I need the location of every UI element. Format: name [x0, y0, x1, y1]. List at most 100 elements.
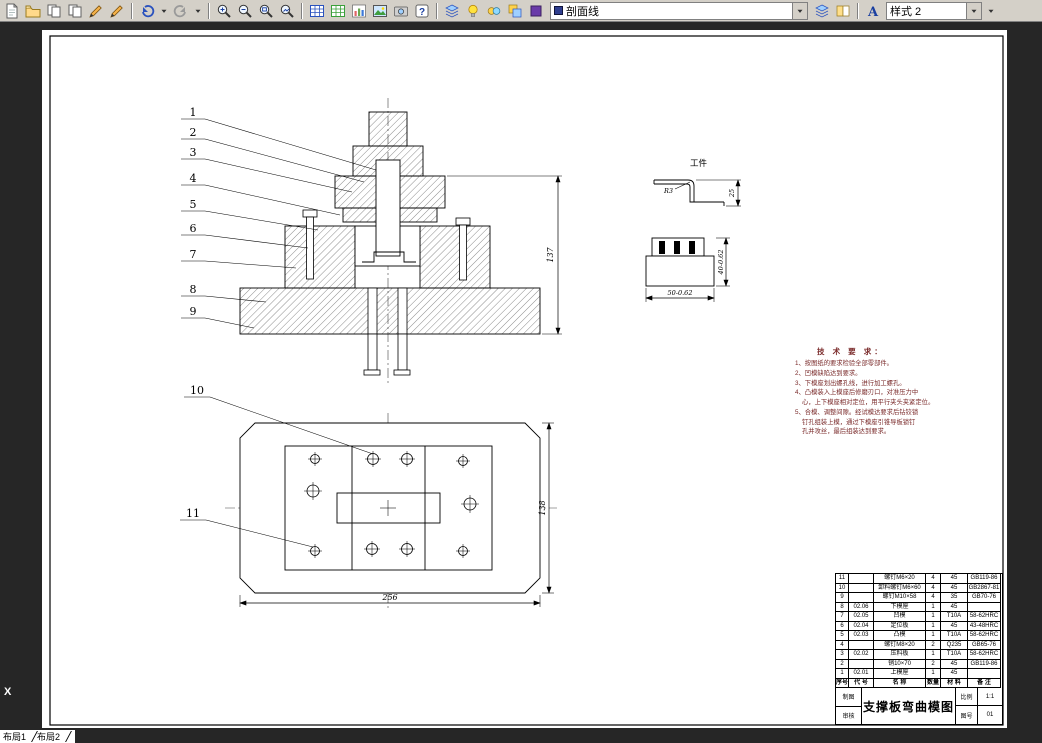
techreq-title: 技 术 要 求： — [817, 347, 885, 356]
techreq-line: 2、凹模缺陷达到要求。 — [795, 369, 862, 377]
balloon-9: 9 — [190, 305, 197, 318]
chart-icon[interactable] — [349, 2, 369, 20]
redo-caret-icon[interactable] — [192, 2, 204, 20]
bom-cell: 02.03 — [849, 631, 874, 641]
workspace: 137 1 2 3 4 5 6 7 8 9 工件 R3 25 50-0.62 4… — [0, 22, 1042, 730]
bom-cell: 1 — [926, 602, 941, 612]
undo-icon[interactable] — [137, 2, 157, 20]
bom-cell: 45 — [941, 659, 968, 669]
new-icon[interactable] — [2, 2, 22, 20]
overflow-down-icon[interactable] — [985, 2, 997, 20]
bom-cell — [849, 583, 874, 593]
font-style-icon[interactable] — [863, 2, 883, 20]
tab-separator — [25, 731, 38, 742]
techreq-line: 3、下模座划出螺孔线，进行加工螺孔。 — [795, 379, 906, 387]
radius-label: R3 — [663, 187, 673, 195]
bom-table: 11 螺钉M6×20 4 45 GB119-86 10 卸料螺钉M6×60 4 45 GB2867… — [836, 574, 1002, 688]
bom-cell: T10A — [941, 612, 968, 622]
layer-manager-icon[interactable] — [812, 2, 832, 20]
zoom-extents-icon[interactable] — [277, 2, 297, 20]
bom-cell: T10A — [941, 650, 968, 660]
zoom-window-icon[interactable] — [256, 2, 276, 20]
bom-cell: 4 — [926, 574, 941, 584]
techreq-line: 5、合模、调整间隙。经试模达要求后钻铰锁 — [795, 408, 919, 416]
paste-icon[interactable] — [65, 2, 85, 20]
hatch-style-value: 剖面线 — [566, 5, 599, 18]
bom-cell: 3 — [836, 650, 849, 660]
balloon-4: 4 — [190, 172, 197, 185]
zoom-out-icon[interactable] — [235, 2, 255, 20]
checker-label: 审核 — [836, 706, 862, 724]
zoom-in-icon[interactable] — [214, 2, 234, 20]
bom-cell: 2 — [926, 640, 941, 650]
title-area: 制图 审核 支撑板弯曲模图 比例 1:1 图号 01 — [836, 688, 1002, 724]
text-style-select[interactable]: 样式 2 — [886, 1, 982, 20]
tab-layout1[interactable]: 布局1 — [3, 730, 26, 743]
bom-cell: GB2867-81 — [968, 583, 1001, 593]
toolbar-separator — [208, 2, 210, 19]
bom-cell: 58-62HRC — [968, 612, 1001, 622]
bom-cell — [849, 574, 874, 584]
bom-cell: Q235 — [941, 640, 968, 650]
bom-cell: 35 — [941, 593, 968, 603]
bom-cell: 1 — [926, 612, 941, 622]
bom-cell: 9 — [836, 593, 849, 603]
chevron-down-icon[interactable] — [792, 2, 807, 19]
bom-cell: 1 — [926, 650, 941, 660]
undo-caret-icon[interactable] — [158, 2, 170, 20]
chevron-down-icon[interactable] — [966, 2, 981, 19]
techreq-line: 孔并攻丝，最后组装达到要求。 — [802, 428, 891, 436]
bom-cell — [968, 602, 1001, 612]
help-icon[interactable] — [412, 2, 432, 20]
bom-cell: 1 — [926, 669, 941, 679]
copy-icon[interactable] — [44, 2, 64, 20]
balloon-6: 6 — [190, 222, 197, 235]
bom-cell: 2 — [926, 659, 941, 669]
status-tab-bar: 布局1 布局2 — [0, 730, 1042, 743]
bulb-icon[interactable] — [463, 2, 483, 20]
clone-icon[interactable] — [505, 2, 525, 20]
image-icon[interactable] — [370, 2, 390, 20]
bom-cell: GB119-86 — [968, 574, 1001, 584]
dim-plan-width: 256 — [381, 593, 397, 602]
hatch-style-select[interactable]: 剖面线 — [550, 1, 808, 20]
bom-cell: 5 — [836, 631, 849, 641]
bom-cell: 4 — [926, 593, 941, 603]
techreq-lines: 1、按图纸的要求检验全部零部件。 2、凹模缺陷达到要求。 3、下模座划出螺孔线，进行… — [795, 359, 991, 437]
bom-cell: 1 — [836, 669, 849, 679]
workpiece-label: 工件 — [690, 158, 708, 168]
bom-cell: 58-62HRC — [968, 631, 1001, 641]
layers-icon[interactable] — [442, 2, 462, 20]
bom-header-cell: 序号 — [836, 678, 849, 688]
technical-requirements: 技 术 要 求： 1、按图纸的要求检验全部零部件。 2、凹模缺陷达到要求。 3、下模… — [795, 346, 991, 437]
workpiece-views: 工件 R3 25 50-0.62 40-0.62 — [645, 158, 741, 302]
swatch-icon[interactable] — [526, 2, 546, 20]
dim-wp-depth: 40-0.62 — [717, 250, 725, 276]
tab-separator — [59, 731, 72, 742]
bom-cell: 02.06 — [849, 602, 874, 612]
redo-icon[interactable] — [171, 2, 191, 20]
drawing-sheet[interactable]: 137 1 2 3 4 5 6 7 8 9 工件 R3 25 50-0.62 4… — [42, 30, 1007, 728]
bom-cell: 凸模 — [874, 631, 926, 641]
dim-wp-width: 50-0.62 — [668, 289, 693, 297]
table-icon[interactable] — [307, 2, 327, 20]
open-icon[interactable] — [23, 2, 43, 20]
style-book-icon[interactable] — [833, 2, 853, 20]
pencil-icon[interactable] — [86, 2, 106, 20]
bom-cell: 58-62HRC — [968, 650, 1001, 660]
balloon-10: 10 — [190, 384, 204, 397]
camera-icon[interactable] — [391, 2, 411, 20]
balloon-2: 2 — [190, 126, 197, 139]
pen-icon[interactable] — [107, 2, 127, 20]
bom-cell: 45 — [941, 583, 968, 593]
bom-header-cell: 材 料 — [941, 678, 968, 688]
balloon-5: 5 — [190, 198, 197, 211]
circles-icon[interactable] — [484, 2, 504, 20]
tab-layout2[interactable]: 布局2 — [37, 730, 60, 743]
bom-cell: 7 — [836, 612, 849, 622]
bom-cell: 4 — [836, 640, 849, 650]
bom-cell — [849, 659, 874, 669]
grid-icon[interactable] — [328, 2, 348, 20]
drafter-label: 制图 — [836, 688, 862, 707]
bom-cell: 卸料螺钉M6×60 — [874, 583, 926, 593]
